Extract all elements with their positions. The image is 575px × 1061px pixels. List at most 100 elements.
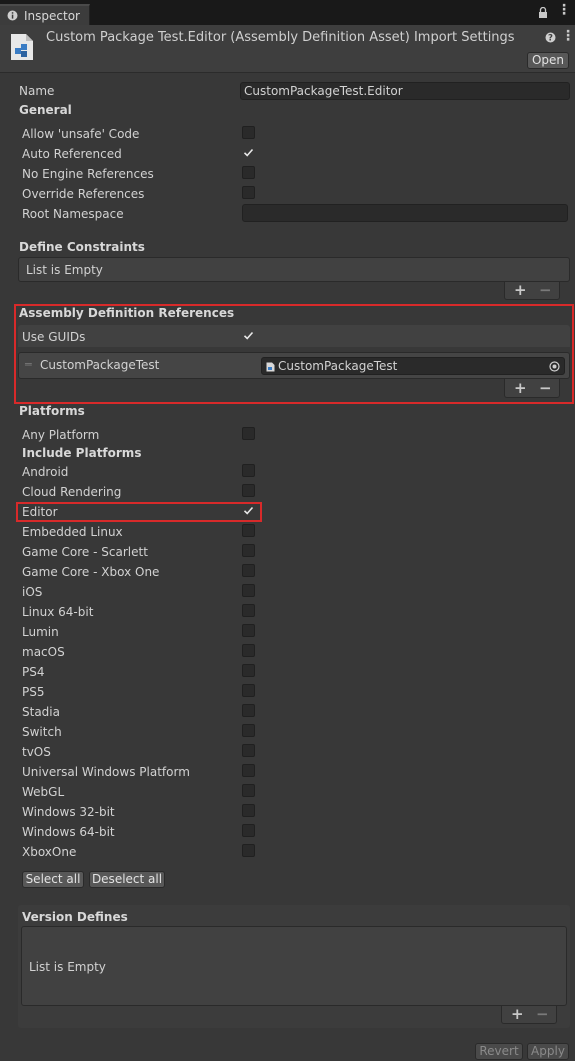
platform-item-label: Stadia xyxy=(22,705,60,719)
platform-item-label: Linux 64-bit xyxy=(22,605,94,619)
platform-item-checkbox[interactable] xyxy=(242,464,255,477)
header-menu-icon[interactable]: ⋮ xyxy=(561,28,575,44)
define-constraints-footer: + − xyxy=(504,282,560,300)
general-item-checkbox[interactable] xyxy=(242,146,255,159)
version-defines-heading: Version Defines xyxy=(22,910,128,924)
tab-label: Inspector xyxy=(24,9,80,23)
general-item-label: Auto Referenced xyxy=(22,147,122,161)
svg-text:?: ? xyxy=(548,34,553,43)
version-defines-footer: + − xyxy=(501,1006,557,1024)
platform-item-checkbox[interactable] xyxy=(242,704,255,717)
platform-item-label: Lumin xyxy=(22,625,59,639)
platform-item-label: PS4 xyxy=(22,665,45,679)
platform-item-checkbox[interactable] xyxy=(242,584,255,597)
platform-item-checkbox[interactable] xyxy=(242,684,255,697)
info-icon xyxy=(7,10,18,21)
general-item-label: Override References xyxy=(22,187,145,201)
platform-item-checkbox[interactable] xyxy=(242,544,255,557)
platform-item-checkbox[interactable] xyxy=(242,624,255,637)
lock-icon[interactable] xyxy=(538,7,548,19)
general-heading: General xyxy=(19,103,72,117)
tab-inspector[interactable]: Inspector xyxy=(0,4,90,25)
general-item-label: No Engine References xyxy=(22,167,154,181)
assembly-ref-label: CustomPackageTest xyxy=(40,358,160,372)
general-item-checkbox[interactable] xyxy=(242,186,255,199)
general-item-label: Allow 'unsafe' Code xyxy=(22,127,140,141)
platform-item-checkbox[interactable] xyxy=(242,764,255,777)
platform-item-label: XboxOne xyxy=(22,845,77,859)
editor-highlight xyxy=(16,502,262,522)
name-label: Name xyxy=(19,84,55,98)
use-guids-label: Use GUIDs xyxy=(22,330,86,344)
any-platform-label: Any Platform xyxy=(22,428,100,442)
assembly-refs-heading: Assembly Definition References xyxy=(19,306,235,320)
assembly-ref-field[interactable]: CustomPackageTest xyxy=(261,357,565,375)
platforms-heading: Platforms xyxy=(19,404,85,418)
platform-item-checkbox[interactable] xyxy=(242,484,255,497)
platform-item-label: Universal Windows Platform xyxy=(22,765,190,779)
platform-item-label: iOS xyxy=(22,585,43,599)
platform-item-checkbox[interactable] xyxy=(242,844,255,857)
use-guids-checkbox[interactable] xyxy=(242,329,255,342)
name-field[interactable]: CustomPackageTest.Editor xyxy=(240,82,570,100)
platform-item-checkbox[interactable] xyxy=(242,644,255,657)
platform-item-label: Cloud Rendering xyxy=(22,485,122,499)
add-icon[interactable]: + xyxy=(511,1006,524,1022)
general-item-checkbox[interactable] xyxy=(242,126,255,139)
add-icon[interactable]: + xyxy=(514,282,527,298)
platform-item-label: PS5 xyxy=(22,685,45,699)
revert-button[interactable]: Revert xyxy=(475,1043,523,1060)
drag-handle-icon[interactable]: ═ xyxy=(25,358,32,371)
general-item-checkbox[interactable] xyxy=(242,166,255,179)
assembly-refs-footer: + − xyxy=(504,379,560,398)
any-platform-checkbox[interactable] xyxy=(242,427,255,440)
deselect-all-button[interactable]: Deselect all xyxy=(89,871,165,888)
platform-item-label: Android xyxy=(22,465,69,479)
platform-item-label: Windows 64-bit xyxy=(22,825,115,839)
platform-item-label: WebGL xyxy=(22,785,65,799)
header-title: Custom Package Test.Editor (Assembly Def… xyxy=(46,30,515,45)
help-icon[interactable]: ? xyxy=(545,32,556,43)
platform-item-label: Switch xyxy=(22,725,62,739)
assembly-ref-value: CustomPackageTest xyxy=(278,359,398,373)
platform-item-label: tvOS xyxy=(22,745,51,759)
platform-item-checkbox[interactable] xyxy=(242,524,255,537)
checkmark-icon xyxy=(243,331,254,340)
asset-icon xyxy=(266,362,275,372)
platform-item-checkbox[interactable] xyxy=(242,784,255,797)
include-platforms-heading: Include Platforms xyxy=(22,446,142,460)
platform-item-checkbox[interactable] xyxy=(242,604,255,617)
root-namespace-label: Root Namespace xyxy=(22,207,124,221)
add-icon[interactable]: + xyxy=(514,380,527,396)
platform-item-checkbox[interactable] xyxy=(242,804,255,817)
version-defines-list: List is Empty xyxy=(21,926,567,1006)
use-guids-row xyxy=(18,325,570,347)
define-constraints-empty: List is Empty xyxy=(26,263,103,277)
open-button[interactable]: Open xyxy=(527,52,569,69)
platform-item-checkbox[interactable] xyxy=(242,824,255,837)
platform-item-checkbox[interactable] xyxy=(242,664,255,677)
object-picker-icon[interactable] xyxy=(549,361,560,372)
platform-item-checkbox[interactable] xyxy=(242,744,255,757)
platform-item-label: Game Core - Xbox One xyxy=(22,565,160,579)
platform-item-label: Game Core - Scarlett xyxy=(22,545,148,559)
remove-icon[interactable]: − xyxy=(539,282,552,298)
apply-button[interactable]: Apply xyxy=(527,1043,569,1060)
version-defines-empty: List is Empty xyxy=(29,960,106,974)
remove-icon[interactable]: − xyxy=(539,380,552,396)
platform-item-checkbox[interactable] xyxy=(242,564,255,577)
kebab-menu-icon[interactable]: ⋮ xyxy=(557,2,571,18)
remove-icon[interactable]: − xyxy=(536,1006,549,1022)
checkmark-icon xyxy=(243,148,254,157)
root-namespace-field[interactable] xyxy=(242,204,568,222)
inspector-header: Custom Package Test.Editor (Assembly Def… xyxy=(0,25,575,73)
platform-item-label: Embedded Linux xyxy=(22,525,123,539)
define-constraints-list: List is Empty xyxy=(18,257,570,282)
platform-item-label: macOS xyxy=(22,645,65,659)
assembly-refs-list: ═ CustomPackageTest CustomPackageTest xyxy=(18,352,570,379)
platform-item-checkbox[interactable] xyxy=(242,724,255,737)
platform-item-label: Windows 32-bit xyxy=(22,805,115,819)
select-all-button[interactable]: Select all xyxy=(22,871,84,888)
define-constraints-heading: Define Constraints xyxy=(19,240,145,254)
assembly-definition-icon xyxy=(11,34,33,60)
